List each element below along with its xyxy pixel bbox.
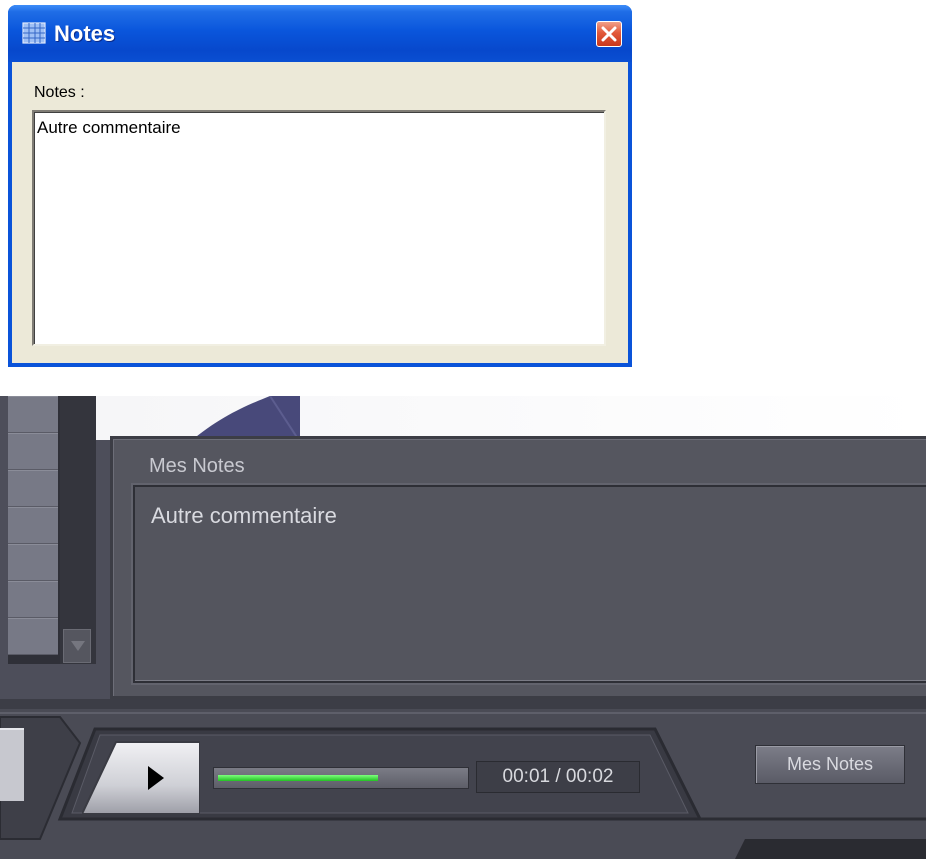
play-icon xyxy=(148,766,164,790)
close-button[interactable] xyxy=(596,21,622,47)
table-icon xyxy=(22,22,46,44)
list-item[interactable] xyxy=(8,618,58,655)
mes-notes-panel: Mes Notes Autre commentaire xyxy=(110,436,926,699)
notes-content-box[interactable]: Autre commentaire xyxy=(133,485,926,683)
media-player: Mes Notes Autre commentaire 00:01 / 00:0… xyxy=(0,396,926,859)
list-item[interactable] xyxy=(8,470,58,507)
play-button[interactable] xyxy=(80,740,201,816)
chevron-down-icon xyxy=(71,641,85,651)
list-item[interactable] xyxy=(8,433,58,470)
list-item[interactable] xyxy=(8,581,58,618)
notes-panel-title: Mes Notes xyxy=(149,455,245,477)
playlist xyxy=(8,396,60,664)
progress-fill xyxy=(218,775,378,781)
notes-dialog: Notes Notes : Autre commentaire xyxy=(8,5,632,367)
scroll-down-button[interactable] xyxy=(63,629,91,663)
notes-textarea[interactable]: Autre commentaire xyxy=(32,110,606,346)
mes-notes-button[interactable]: Mes Notes xyxy=(755,745,905,784)
notes-panel-text: Autre commentaire xyxy=(151,503,337,528)
list-item[interactable] xyxy=(8,507,58,544)
list-item[interactable] xyxy=(8,544,58,581)
playlist-scrollbar[interactable] xyxy=(60,396,96,664)
dialog-body: Notes : Autre commentaire xyxy=(12,62,628,363)
notes-label: Notes : xyxy=(34,84,85,101)
progress-bar[interactable] xyxy=(213,767,469,789)
playlist-rows xyxy=(8,396,58,655)
close-icon xyxy=(601,26,617,42)
previous-button[interactable] xyxy=(0,725,30,805)
dialog-titlebar[interactable]: Notes xyxy=(8,5,632,62)
play-button-shape xyxy=(80,741,201,815)
dialog-title: Notes xyxy=(54,21,116,46)
list-item[interactable] xyxy=(8,396,58,433)
time-display: 00:01 / 00:02 xyxy=(476,761,640,793)
